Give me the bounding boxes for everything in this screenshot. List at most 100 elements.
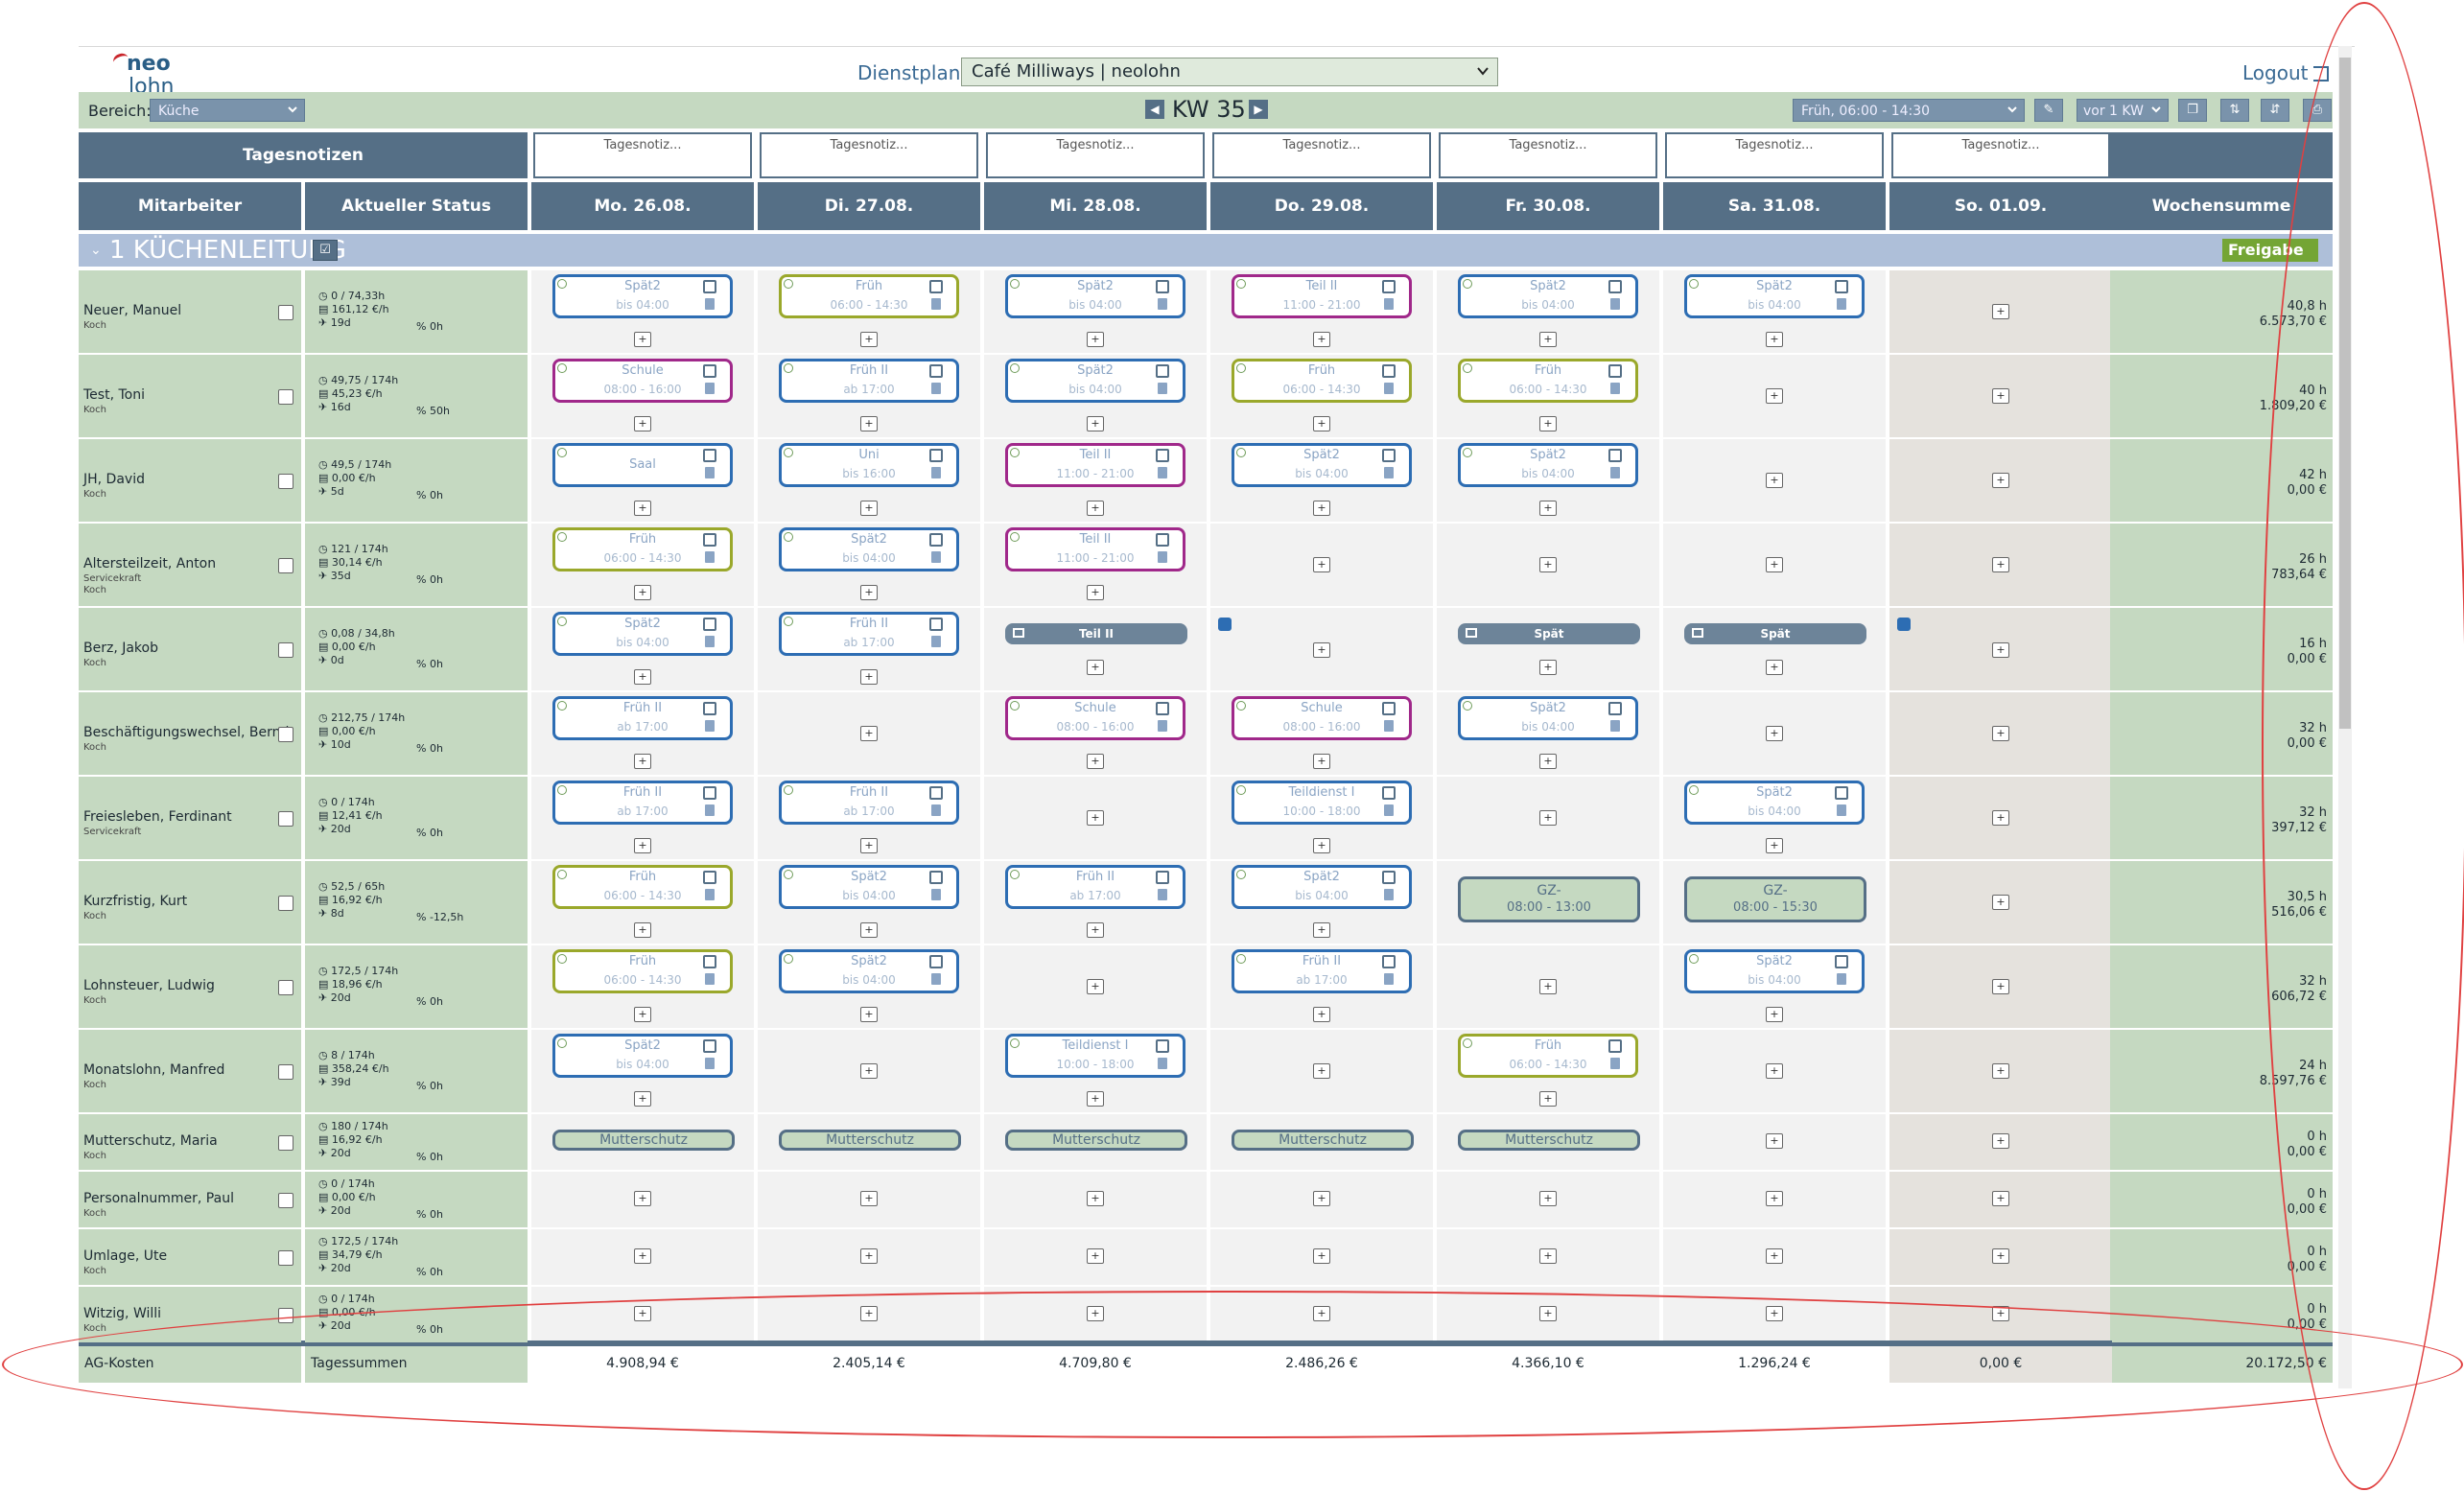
shift-card[interactable]: Früh 06:00 - 14:30 <box>1458 1034 1638 1078</box>
add-shift-button[interactable]: + <box>860 1063 878 1079</box>
edit-icon[interactable] <box>1608 280 1622 293</box>
bereich-select[interactable]: Küche <box>150 99 305 122</box>
employee-name[interactable]: Berz, Jakob <box>83 641 158 656</box>
sort-icon[interactable]: ⇅ <box>2220 99 2249 122</box>
add-shift-button[interactable]: + <box>1087 810 1104 826</box>
shift-card[interactable]: Spät2 bis 04:00 <box>779 949 959 993</box>
employee-name[interactable]: Freiesleben, Ferdinant <box>83 809 232 825</box>
add-shift-button[interactable]: + <box>1992 642 2009 658</box>
add-shift-button[interactable]: + <box>1313 501 1330 516</box>
edit-icon[interactable] <box>1156 871 1169 884</box>
employee-name[interactable]: Lohnsteuer, Ludwig <box>83 978 215 993</box>
add-shift-button[interactable]: + <box>1766 557 1783 572</box>
add-shift-button[interactable]: + <box>1766 473 1783 488</box>
employee-select-checkbox[interactable] <box>278 1308 293 1323</box>
shift-card[interactable]: Früh II ab 17:00 <box>1005 865 1185 909</box>
add-shift-button[interactable]: + <box>860 669 878 685</box>
day-note-input[interactable]: Tagesnotiz... <box>533 132 752 178</box>
edit-icon[interactable] <box>703 871 716 884</box>
add-shift-button[interactable]: + <box>634 1191 651 1206</box>
shift-card[interactable]: Spät2 bis 04:00 <box>1232 443 1412 487</box>
add-shift-button[interactable]: + <box>1992 1063 2009 1079</box>
add-shift-button[interactable]: + <box>1992 1191 2009 1206</box>
add-shift-button[interactable]: + <box>860 501 878 516</box>
add-shift-button[interactable]: + <box>1992 1248 2009 1264</box>
add-shift-button[interactable]: + <box>1313 838 1330 853</box>
add-shift-button[interactable]: + <box>1087 501 1104 516</box>
employee-name[interactable]: Kurzfristig, Kurt <box>83 894 187 909</box>
employee-name[interactable]: Monatslohn, Manfred <box>83 1062 224 1078</box>
trash-icon[interactable] <box>1384 720 1394 732</box>
edit-icon[interactable] <box>703 702 716 715</box>
add-shift-button[interactable]: + <box>1766 726 1783 741</box>
employee-name[interactable]: Test, Toni <box>83 387 145 403</box>
add-shift-button[interactable]: + <box>634 922 651 938</box>
add-shift-button[interactable]: + <box>1539 1191 1557 1206</box>
add-shift-button[interactable]: + <box>1992 1306 2009 1321</box>
trash-icon[interactable] <box>931 636 941 647</box>
edit-icon[interactable] <box>703 955 716 968</box>
employee-select-checkbox[interactable] <box>278 896 293 911</box>
add-shift-button[interactable]: + <box>634 669 651 685</box>
edit-icon[interactable] <box>1382 449 1396 462</box>
trash-icon[interactable] <box>931 551 941 563</box>
trash-icon[interactable] <box>1610 298 1620 310</box>
employee-select-checkbox[interactable] <box>278 642 293 658</box>
employee-name[interactable]: Witzig, Willi <box>83 1306 161 1321</box>
trash-icon[interactable] <box>705 973 715 985</box>
edit-icon[interactable] <box>929 449 943 462</box>
add-shift-button[interactable]: + <box>1539 557 1557 572</box>
shift-card[interactable]: Früh II ab 17:00 <box>552 696 733 740</box>
add-shift-button[interactable]: + <box>1992 388 2009 404</box>
add-shift-button[interactable]: + <box>1766 332 1783 347</box>
add-shift-button[interactable]: + <box>1313 1063 1330 1079</box>
trash-icon[interactable] <box>705 889 715 900</box>
next-week-button[interactable]: ▶ <box>1249 100 1268 119</box>
edit-icon[interactable] <box>1608 449 1622 462</box>
mutterschutz-bar[interactable]: Mutterschutz <box>1458 1130 1640 1151</box>
shift-card[interactable]: Früh II ab 17:00 <box>779 612 959 656</box>
trash-icon[interactable] <box>1158 720 1167 732</box>
add-shift-button[interactable]: + <box>1766 1306 1783 1321</box>
edit-icon[interactable] <box>703 449 716 462</box>
trash-icon[interactable] <box>1158 383 1167 394</box>
shift-card[interactable]: Früh II ab 17:00 <box>552 781 733 825</box>
add-shift-button[interactable]: + <box>1087 1248 1104 1264</box>
edit-icon[interactable] <box>1156 533 1169 547</box>
edit-icon[interactable] <box>1382 702 1396 715</box>
edit-icon[interactable] <box>1156 364 1169 378</box>
employee-select-checkbox[interactable] <box>278 474 293 489</box>
add-shift-button[interactable]: + <box>1313 1248 1330 1264</box>
employee-name[interactable]: JH, David <box>83 472 145 487</box>
shift-card[interactable]: Spät2 bis 04:00 <box>1005 359 1185 403</box>
day-note-input[interactable]: Tagesnotiz... <box>1439 132 1657 178</box>
trash-icon[interactable] <box>1158 298 1167 310</box>
add-shift-button[interactable]: + <box>1766 838 1783 853</box>
trash-icon[interactable] <box>931 467 941 478</box>
trash-icon[interactable] <box>1610 720 1620 732</box>
add-shift-button[interactable]: + <box>1087 332 1104 347</box>
shift-card[interactable]: Teildienst I 10:00 - 18:00 <box>1005 1034 1185 1078</box>
kw-nav-select[interactable]: vor 1 KW <box>2077 99 2169 122</box>
day-note-input[interactable]: Tagesnotiz... <box>1891 132 2110 178</box>
add-shift-button[interactable]: + <box>1539 660 1557 675</box>
trash-icon[interactable] <box>1610 467 1620 478</box>
shift-card[interactable]: Schule 08:00 - 16:00 <box>1005 696 1185 740</box>
day-note-input[interactable]: Tagesnotiz... <box>760 132 978 178</box>
shift-card[interactable]: Spät2 bis 04:00 <box>1684 781 1865 825</box>
trash-icon[interactable] <box>1384 973 1394 985</box>
trash-icon[interactable] <box>705 1058 715 1069</box>
add-shift-button[interactable]: + <box>1087 922 1104 938</box>
shift-card[interactable]: Früh II ab 17:00 <box>1232 949 1412 993</box>
print-icon[interactable]: ⎙ <box>2303 99 2332 122</box>
add-shift-button[interactable]: + <box>1992 979 2009 994</box>
trash-icon[interactable] <box>1837 298 1846 310</box>
edit-icon[interactable] <box>1156 1039 1169 1053</box>
group-toggle-icon[interactable]: ☑ <box>313 240 338 261</box>
add-shift-button[interactable]: + <box>1539 1091 1557 1107</box>
shift-card[interactable]: Früh 06:00 - 14:30 <box>779 274 959 318</box>
trash-icon[interactable] <box>705 636 715 647</box>
mutterschutz-bar[interactable]: Mutterschutz <box>779 1130 961 1151</box>
add-shift-button[interactable]: + <box>634 1007 651 1022</box>
trash-icon[interactable] <box>1610 383 1620 394</box>
